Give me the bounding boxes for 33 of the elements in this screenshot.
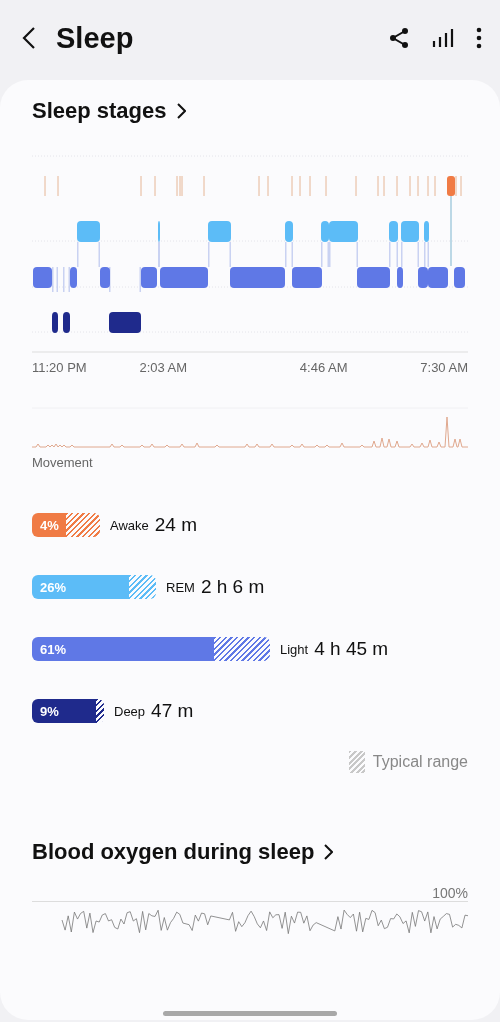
stage-duration: 47 m [151, 700, 194, 722]
axis-label: 7:30 AM [420, 360, 468, 375]
stage-bar: 61% [32, 637, 214, 661]
stage-duration: 4 h 45 m [314, 638, 389, 660]
typical-range-hatch [96, 699, 104, 723]
stage-name: Light [280, 641, 309, 657]
page-title: Sleep [56, 21, 135, 55]
axis-label: 11:20 PM [32, 360, 87, 375]
legend-label: Typical range [372, 753, 468, 771]
section-title[interactable]: Blood oxygen during sleep [32, 839, 315, 865]
stage-duration: 2 h 6 m [200, 576, 265, 598]
chevron-right-icon[interactable] [176, 103, 186, 119]
stage-duration: 24 m [154, 514, 198, 536]
scale-label: 100% [432, 885, 468, 901]
axis-label: 4:46 AM [299, 360, 348, 375]
chart-label: Movement [32, 455, 93, 470]
stage-name: Deep [114, 703, 146, 719]
stage-name: Awake [110, 517, 149, 533]
stage-bar: 26% [32, 575, 129, 599]
section-title[interactable]: Sleep stages [32, 98, 167, 124]
stage-bar: 4% [32, 513, 66, 537]
more-icon[interactable] [476, 27, 482, 49]
typical-range-hatch [66, 513, 100, 537]
stage-bar: 9% [32, 699, 96, 723]
hatch-icon [348, 751, 365, 773]
share-icon[interactable] [388, 27, 410, 49]
chevron-right-icon[interactable] [324, 844, 334, 860]
typical-range-hatch [214, 637, 270, 661]
bar-chart-icon[interactable] [432, 28, 454, 48]
stage-name: REM [166, 579, 195, 595]
typical-range-hatch [129, 575, 156, 599]
back-icon[interactable] [22, 26, 36, 50]
axis-label: 2:03 AM [139, 360, 188, 375]
